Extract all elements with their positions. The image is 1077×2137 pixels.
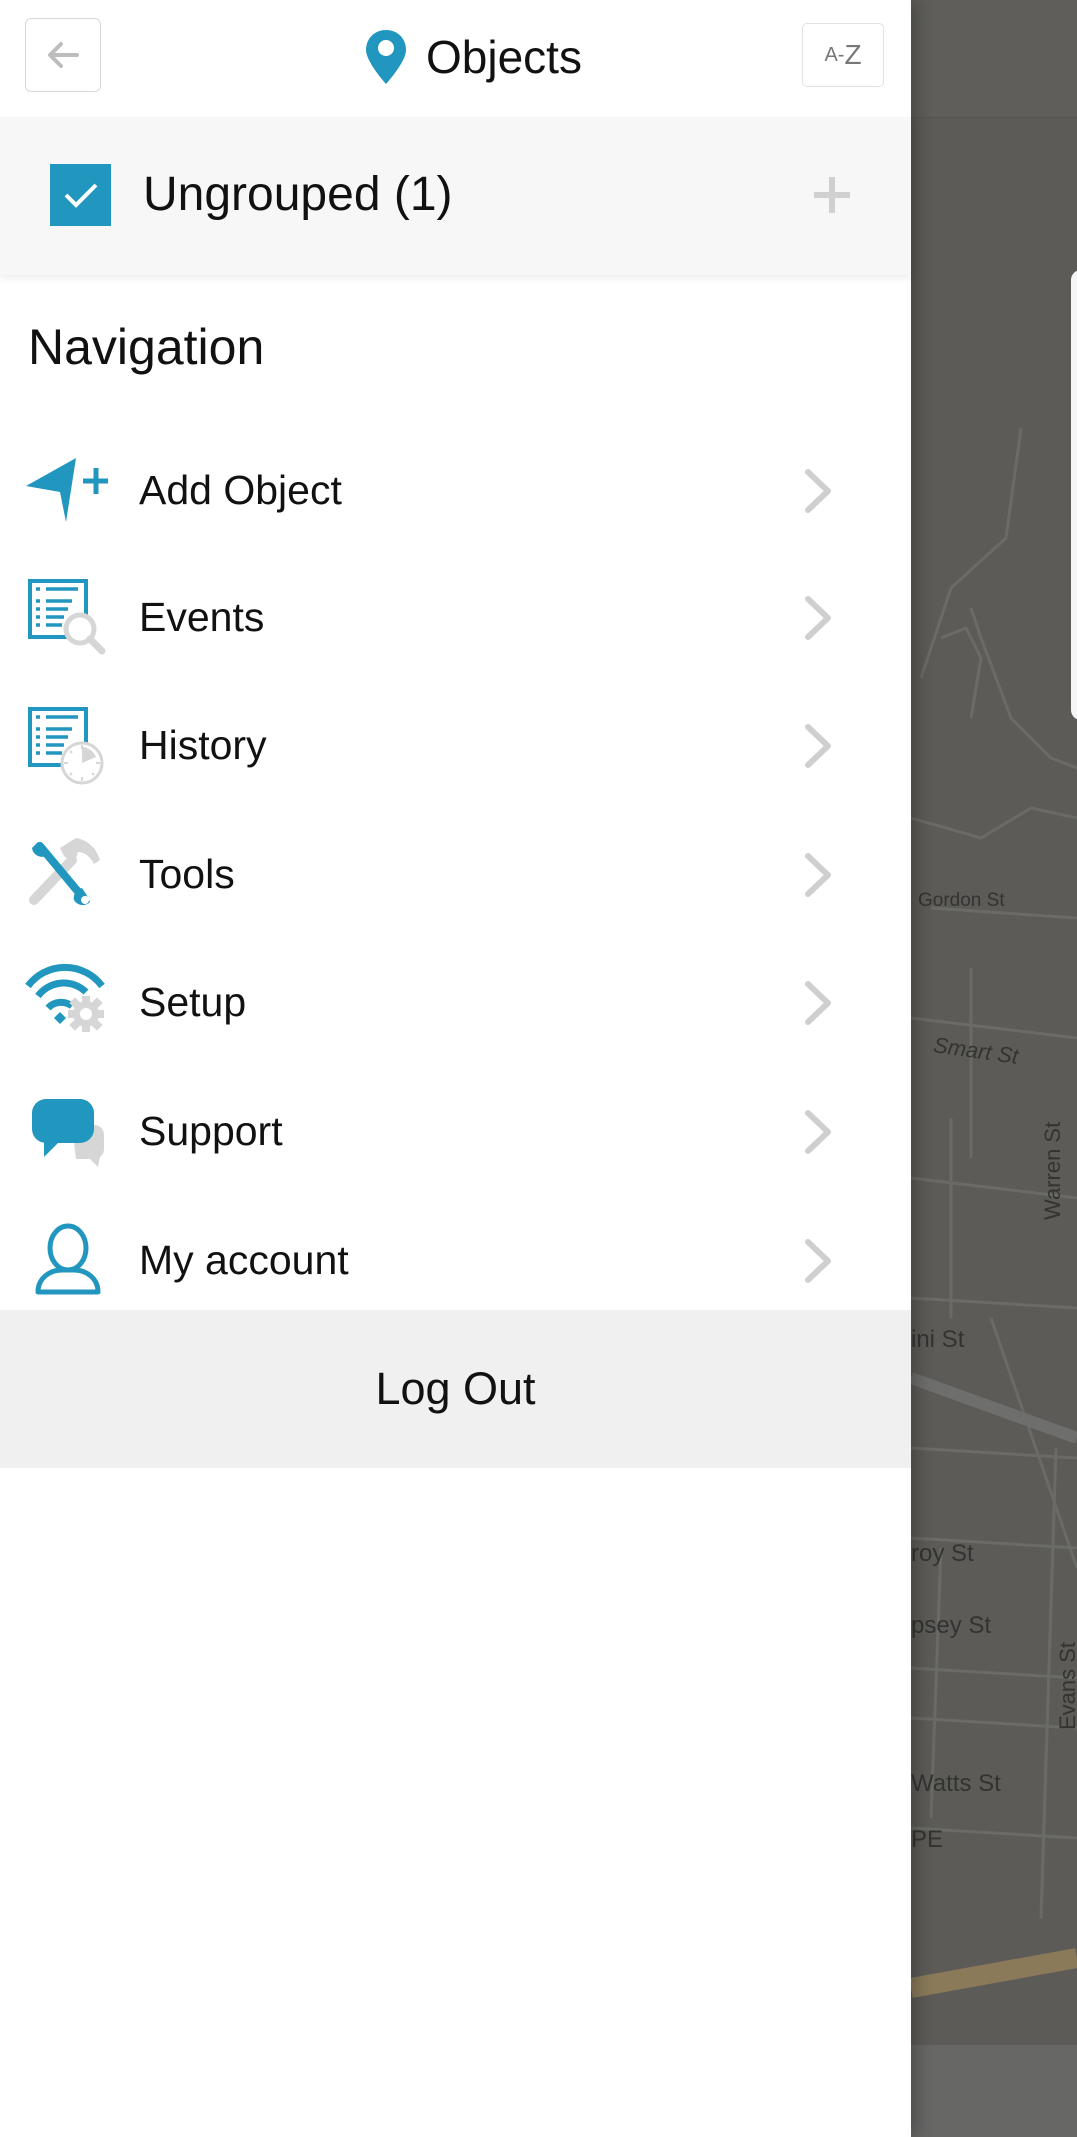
map-street-label: Gordon St [918, 890, 1005, 911]
map-bottom-bar [911, 2045, 1077, 2137]
chevron-right-icon [805, 724, 831, 768]
nav-item-label: Events [139, 594, 265, 640]
logout-button[interactable]: Log Out [0, 1310, 911, 1468]
nav-item-label: Setup [139, 979, 247, 1025]
nav-item-label: History [139, 722, 267, 768]
header-title: Objects [364, 24, 582, 90]
chevron-right-icon [805, 469, 831, 513]
back-button[interactable] [25, 18, 101, 92]
events-icon [28, 579, 106, 655]
nav-item-label: My account [139, 1237, 349, 1283]
plus-icon[interactable] [812, 175, 852, 215]
group-checkbox[interactable] [50, 164, 111, 226]
setup-icon [25, 963, 105, 1032]
checkmark-icon [64, 183, 97, 208]
nav-item-label: Add Object [139, 467, 342, 513]
chevron-right-icon [805, 1239, 831, 1283]
map-street-label: psey St [911, 1612, 992, 1639]
page-title: Objects [426, 31, 582, 83]
nav-item-support[interactable]: Support [0, 1067, 911, 1196]
support-icon [32, 1099, 104, 1167]
chevron-right-icon [805, 596, 831, 640]
nav-item-add-object[interactable]: Add Object [0, 426, 911, 555]
map-top-bar [911, 0, 1077, 118]
chevron-right-icon [805, 981, 831, 1025]
sort-a-label: A [824, 43, 838, 66]
group-row-ungrouped[interactable]: Ungrouped (1) [0, 117, 911, 275]
map-street-label: PE [911, 1826, 944, 1853]
nav-item-history[interactable]: History [0, 681, 911, 810]
nav-item-setup[interactable]: Setup [0, 938, 911, 1067]
nav-item-label: Support [139, 1108, 283, 1154]
sort-dash-label: - [837, 43, 845, 66]
drawer-header: Objects A - Z [0, 0, 911, 117]
nav-item-events[interactable]: Events [0, 553, 911, 682]
chevron-right-icon [805, 1110, 831, 1154]
map-street-label: ini St [911, 1326, 965, 1353]
map-street-label: Evans St [1055, 1641, 1077, 1730]
map-streets [911, 427, 1077, 1998]
map-street-label: Warren St [1040, 1121, 1065, 1220]
group-label: Ungrouped (1) [143, 168, 453, 221]
map-street-label: Watts St [911, 1770, 1001, 1797]
add-object-icon [26, 458, 108, 522]
map-side-card[interactable] [1071, 270, 1077, 720]
nav-item-tools[interactable]: Tools [0, 810, 911, 939]
tools-icon [29, 838, 100, 906]
sort-z-label: Z [844, 39, 862, 70]
nav-item-label: Tools [139, 851, 235, 897]
objects-drawer: Objects A - Z Ungrouped (1) Navigation A… [0, 0, 911, 2137]
arrow-left-icon [48, 42, 79, 68]
nav-item-my-account[interactable]: My account [0, 1196, 911, 1325]
sort-az-button[interactable]: A - Z [802, 23, 884, 87]
navigation-heading: Navigation [28, 319, 265, 375]
map-street-label: roy St [911, 1540, 974, 1567]
account-icon [35, 1223, 101, 1295]
map-pin-icon [366, 30, 406, 84]
chevron-right-icon [805, 853, 831, 897]
history-icon [28, 707, 104, 785]
